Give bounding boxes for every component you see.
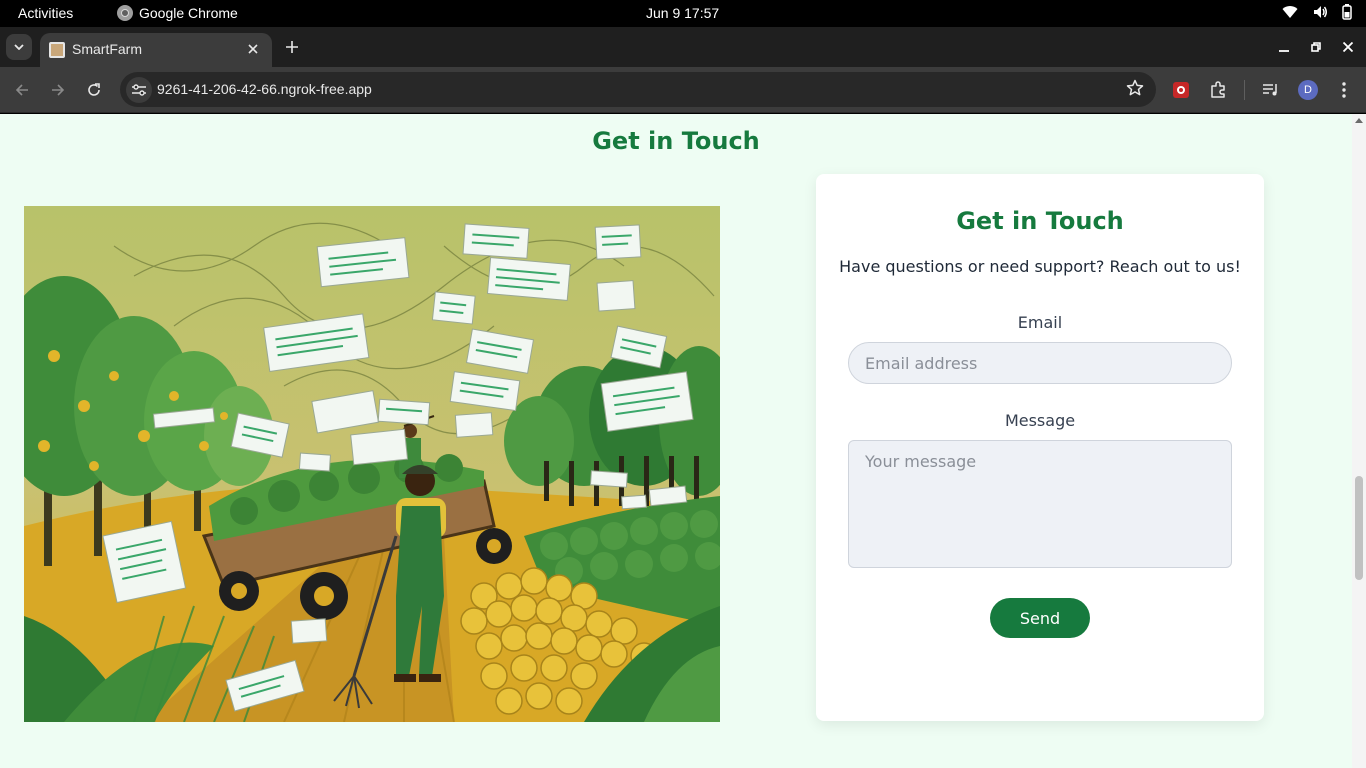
favicon-icon bbox=[49, 42, 65, 58]
star-icon bbox=[1126, 79, 1144, 96]
app-name: Google Chrome bbox=[139, 5, 238, 21]
section-title: Get in Touch bbox=[592, 127, 760, 155]
message-label: Message bbox=[1004, 411, 1076, 430]
extension-app-icon bbox=[1173, 82, 1189, 98]
url-text: 9261-41-206-42-66.ngrok-free.app bbox=[157, 81, 372, 97]
extension-button[interactable] bbox=[1168, 77, 1194, 103]
close-icon bbox=[1343, 42, 1353, 52]
os-top-bar: Activities Google Chrome Jun 9 17:57 bbox=[0, 0, 1366, 27]
reload-button[interactable] bbox=[81, 77, 107, 103]
activities-button[interactable]: Activities bbox=[18, 5, 73, 21]
chrome-icon bbox=[117, 5, 133, 21]
clock[interactable]: Jun 9 17:57 bbox=[646, 5, 719, 21]
close-window-button[interactable] bbox=[1336, 35, 1360, 59]
tab-smartfarm[interactable]: SmartFarm bbox=[40, 33, 272, 67]
chevron-down-icon bbox=[14, 44, 24, 50]
page-scrollbar[interactable] bbox=[1352, 114, 1366, 768]
page-viewport: Get in Touch Get in Touch Have questions… bbox=[0, 114, 1352, 768]
restore-button[interactable] bbox=[1304, 35, 1328, 59]
browser-toolbar: 9261-41-206-42-66.ngrok-free.app D bbox=[0, 67, 1366, 113]
extensions-menu-button[interactable] bbox=[1205, 77, 1231, 103]
card-subtitle: Have questions or need support? Reach ou… bbox=[839, 257, 1241, 276]
app-menu[interactable]: Google Chrome bbox=[117, 5, 238, 21]
new-tab-button[interactable] bbox=[280, 35, 304, 59]
arrow-left-icon bbox=[15, 84, 28, 96]
tab-title: SmartFarm bbox=[72, 41, 142, 57]
back-button[interactable] bbox=[9, 77, 35, 103]
toolbar-divider bbox=[1244, 80, 1245, 100]
media-controls-button[interactable] bbox=[1258, 77, 1284, 103]
card-title: Get in Touch bbox=[956, 207, 1124, 235]
plus-icon bbox=[286, 41, 298, 53]
forward-button[interactable] bbox=[45, 77, 71, 103]
tune-icon bbox=[132, 84, 146, 96]
close-icon bbox=[248, 44, 258, 54]
email-field[interactable] bbox=[848, 342, 1232, 384]
site-info-button[interactable] bbox=[126, 77, 152, 103]
restore-icon bbox=[1311, 42, 1321, 52]
profile-button[interactable]: D bbox=[1295, 77, 1321, 103]
tab-strip: SmartFarm bbox=[0, 27, 1366, 67]
farm-illustration-art bbox=[24, 206, 720, 722]
volume-icon bbox=[1314, 6, 1327, 18]
more-vert-icon bbox=[1342, 82, 1346, 98]
battery-icon bbox=[1342, 4, 1352, 20]
contact-card: Get in Touch Have questions or need supp… bbox=[816, 174, 1264, 721]
email-label: Email bbox=[1017, 313, 1063, 332]
wifi-icon bbox=[1282, 6, 1298, 19]
reload-icon bbox=[88, 83, 100, 96]
system-tray[interactable] bbox=[1282, 4, 1352, 20]
scrollbar-thumb[interactable] bbox=[1355, 476, 1363, 580]
minimize-icon bbox=[1279, 50, 1289, 52]
queue-music-icon bbox=[1263, 84, 1277, 96]
bookmark-star-button[interactable] bbox=[1126, 79, 1144, 100]
farm-illustration bbox=[24, 206, 720, 722]
message-textarea[interactable] bbox=[848, 440, 1232, 568]
chrome-menu-button[interactable] bbox=[1331, 77, 1357, 103]
puzzle-icon bbox=[1211, 81, 1225, 98]
address-bar[interactable]: 9261-41-206-42-66.ngrok-free.app bbox=[120, 72, 1156, 107]
minimize-button[interactable] bbox=[1272, 35, 1296, 59]
send-button[interactable]: Send bbox=[990, 598, 1090, 638]
tab-close-button[interactable] bbox=[242, 38, 264, 60]
arrow-right-icon bbox=[52, 84, 65, 96]
scroll-up-arrow-icon[interactable] bbox=[1355, 118, 1363, 123]
avatar: D bbox=[1298, 80, 1318, 100]
tab-search-button[interactable] bbox=[6, 34, 32, 60]
window-controls bbox=[1272, 35, 1360, 59]
